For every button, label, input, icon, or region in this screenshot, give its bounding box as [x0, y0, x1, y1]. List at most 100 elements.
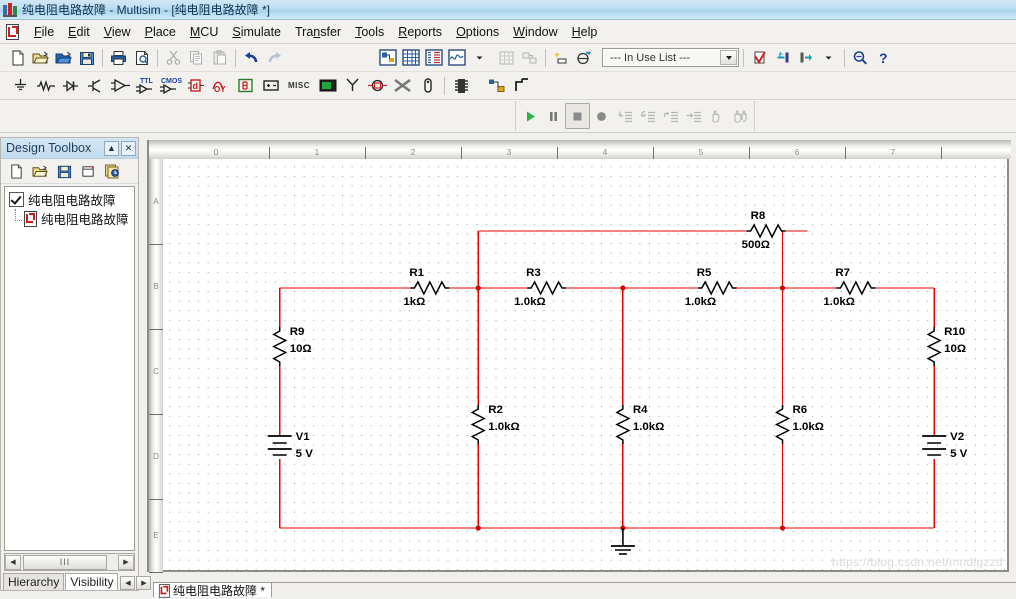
- back-annotate-icon[interactable]: [518, 46, 541, 69]
- connectors-icon[interactable]: [415, 74, 440, 97]
- erc-check-icon[interactable]: [748, 46, 771, 69]
- step-over-button[interactable]: [636, 104, 659, 128]
- stop-button[interactable]: [565, 103, 590, 129]
- open-design-icon[interactable]: [52, 46, 75, 69]
- analog-icon[interactable]: [108, 74, 133, 97]
- resistor-R1-symbol: [410, 280, 450, 296]
- cmos-icon[interactable]: CMOS: [158, 74, 183, 97]
- menu-simulate[interactable]: Simulate: [225, 22, 288, 42]
- redo-icon[interactable]: [263, 46, 286, 69]
- menu-tools[interactable]: Tools: [348, 22, 391, 42]
- graph-analysis-icon[interactable]: [573, 46, 596, 69]
- toggle-grapher-icon[interactable]: [445, 46, 468, 69]
- circuit-schematic[interactable]: R1 1kΩ R3 1.0kΩ R5 1.0kΩ R7 1.0kΩ R8 500…: [163, 159, 1007, 570]
- misc-digital-icon[interactable]: d: [183, 74, 208, 97]
- pause-button[interactable]: [542, 104, 565, 128]
- toggle-design-toolbox-icon[interactable]: [376, 46, 399, 69]
- label-R3-ref: R3: [526, 267, 541, 279]
- chevron-down-icon[interactable]: [720, 50, 737, 65]
- help-icon[interactable]: ?: [872, 46, 895, 69]
- hierarchical-block-icon[interactable]: [484, 74, 509, 97]
- scroll-right-arrow[interactable]: ▶: [118, 554, 134, 570]
- schematic-sheet[interactable]: R1 1kΩ R3 1.0kΩ R5 1.0kΩ R7 1.0kΩ R8 500…: [163, 159, 1007, 570]
- refresh-tree-icon[interactable]: [100, 161, 124, 182]
- create-component-icon[interactable]: [550, 46, 573, 69]
- mcu-icon[interactable]: [449, 74, 474, 97]
- basic-icon[interactable]: [33, 74, 58, 97]
- menu-reports[interactable]: Reports: [391, 22, 449, 42]
- design-tree[interactable]: 纯电阻电路故障 纯电阻电路故障: [4, 186, 135, 551]
- menu-help[interactable]: Help: [565, 22, 605, 42]
- new-design-icon[interactable]: [4, 161, 28, 182]
- print-icon[interactable]: [107, 46, 130, 69]
- pause-at-button[interactable]: [705, 104, 728, 128]
- new-file-icon[interactable]: [6, 46, 29, 69]
- transistor-icon[interactable]: [83, 74, 108, 97]
- toggle-spreadsheet-view-icon[interactable]: [399, 46, 422, 69]
- electromechanical-icon[interactable]: [365, 74, 390, 97]
- undo-icon[interactable]: [240, 46, 263, 69]
- power-icon[interactable]: [258, 74, 283, 97]
- resistor-R9-symbol: [272, 327, 288, 366]
- menu-place[interactable]: Place: [138, 22, 183, 42]
- checked-design-icon[interactable]: [9, 192, 24, 207]
- search-component-icon[interactable]: [849, 46, 872, 69]
- chevron-down-icon[interactable]: [468, 46, 491, 69]
- menu-edit[interactable]: Edit: [61, 22, 97, 42]
- document-tab[interactable]: 纯电阻电路故障 *: [153, 582, 273, 598]
- run-to-cursor-button[interactable]: [682, 104, 705, 128]
- transfer-in-icon[interactable]: [771, 46, 794, 69]
- toggle-spice-netlist-icon[interactable]: [422, 46, 445, 69]
- menu-transfer[interactable]: Transfer: [288, 22, 348, 42]
- label-R6-ref: R6: [793, 404, 808, 416]
- close-button[interactable]: ✕: [121, 140, 136, 156]
- diode-icon[interactable]: [58, 74, 83, 97]
- tab-visibility[interactable]: Visibility: [65, 573, 119, 590]
- new-sheet-icon[interactable]: [76, 161, 100, 182]
- svg-text:?: ?: [879, 50, 888, 66]
- bus-icon[interactable]: [509, 74, 534, 97]
- paste-icon[interactable]: [208, 46, 231, 69]
- ruler-h-tick: 5: [653, 147, 750, 159]
- record-button[interactable]: [590, 104, 613, 128]
- advanced-peripherals-icon[interactable]: [315, 74, 340, 97]
- source-icon[interactable]: [8, 74, 33, 97]
- schematic-file-icon: [158, 583, 170, 598]
- save-design-icon[interactable]: [52, 161, 76, 182]
- save-icon[interactable]: [75, 46, 98, 69]
- schematic-window: 0 1 2 3 4 5 6 7 A B C D E R1 1kΩ R3 1.0k…: [147, 140, 1011, 573]
- chevron-down-icon[interactable]: [817, 46, 840, 69]
- minimize-button[interactable]: ▲: [104, 140, 119, 156]
- print-preview-icon[interactable]: [130, 46, 153, 69]
- step-into-button[interactable]: [613, 104, 636, 128]
- menu-file[interactable]: File: [27, 22, 61, 42]
- tree-child-item[interactable]: 纯电阻电路故障: [5, 209, 134, 228]
- menu-view[interactable]: View: [97, 22, 138, 42]
- open-file-icon[interactable]: [29, 46, 52, 69]
- stop-at-button[interactable]: [728, 104, 751, 128]
- scroll-left-arrow[interactable]: ◀: [5, 554, 21, 570]
- cut-icon[interactable]: [162, 46, 185, 69]
- tab-scroll-left[interactable]: ◀: [120, 576, 136, 590]
- indicator-icon[interactable]: [233, 74, 258, 97]
- in-use-list-dropdown[interactable]: --- In Use List ---: [602, 48, 739, 67]
- ni-components-icon[interactable]: [390, 74, 415, 97]
- run-button[interactable]: [519, 104, 542, 128]
- components-toolbar: TTL CMOS d OY MISC: [0, 72, 1016, 100]
- tab-hierarchy[interactable]: Hierarchy: [3, 573, 65, 590]
- wire-junctions: [475, 285, 786, 531]
- spreadsheet-icon[interactable]: [495, 46, 518, 69]
- rf-icon[interactable]: [340, 74, 365, 97]
- transfer-out-icon[interactable]: [794, 46, 817, 69]
- open-design-icon[interactable]: [28, 161, 52, 182]
- design-tree-hscrollbar[interactable]: ◀ III ▶: [4, 553, 135, 571]
- step-out-button[interactable]: [659, 104, 682, 128]
- ttl-icon[interactable]: TTL: [133, 74, 158, 97]
- mixed-icon[interactable]: OY: [208, 74, 233, 97]
- menu-mcu[interactable]: MCU: [183, 22, 225, 42]
- menu-window[interactable]: Window: [506, 22, 564, 42]
- tree-root-item[interactable]: 纯电阻电路故障: [5, 190, 134, 209]
- scroll-thumb[interactable]: III: [23, 554, 107, 570]
- menu-options[interactable]: Options: [449, 22, 506, 42]
- copy-icon[interactable]: [185, 46, 208, 69]
